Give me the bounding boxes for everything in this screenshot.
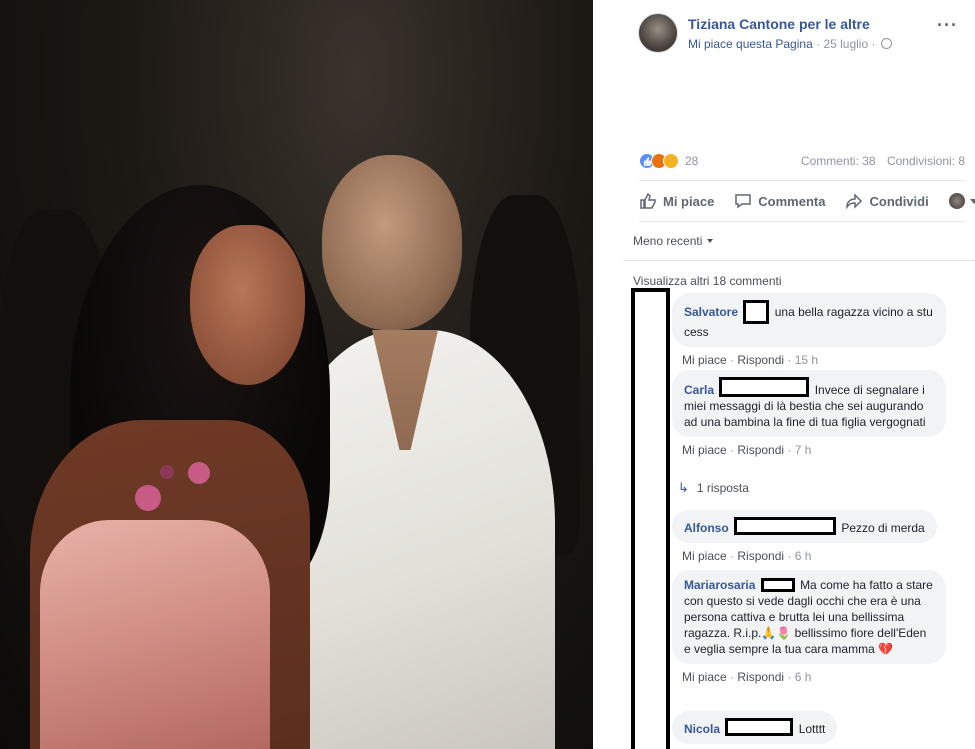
comment-label: Commenta: [758, 193, 826, 209]
redaction-box: [743, 300, 770, 324]
comment-bubble: Carla Invece di segnalare i miei messagg…: [672, 370, 946, 437]
comment-author[interactable]: Mariarosaria: [684, 578, 755, 592]
comment-author[interactable]: Salvatore: [684, 305, 738, 319]
necklace-flower: [135, 485, 161, 511]
sad-reaction-icon: [663, 153, 679, 169]
comment-bubble: Mariarosaria Ma come ha fatto a stare co…: [672, 570, 946, 664]
comment-meta: Mi piace · Rispondi · 7 h: [682, 443, 812, 457]
chevron-down-icon: [707, 239, 714, 243]
comment-time[interactable]: 6 h: [795, 549, 812, 563]
reactions-summary[interactable]: 28: [639, 152, 698, 170]
post-photo[interactable]: [0, 0, 593, 749]
page-name-link[interactable]: Tiziana Cantone per le altre: [688, 16, 870, 32]
comment-like-link[interactable]: Mi piace: [682, 443, 727, 457]
separator: ·: [871, 37, 876, 51]
comment-time[interactable]: 7 h: [795, 443, 812, 457]
comment-bubble: Nicola Lotttt: [672, 711, 838, 744]
post-panel: Tiziana Cantone per le altre Mi piace qu…: [623, 0, 975, 749]
separator: ·: [816, 37, 821, 51]
post-header: Tiziana Cantone per le altre Mi piace qu…: [638, 13, 968, 55]
share-label: Condividi: [869, 193, 929, 209]
comment-time[interactable]: 6 h: [795, 670, 812, 684]
comment-item: Alfonso Pezzo di merda Mi piace · Rispon…: [672, 510, 946, 563]
like-page-link[interactable]: Mi piace questa Pagina: [688, 37, 813, 51]
necklace-flower: [160, 465, 174, 479]
redaction-box: [719, 377, 810, 397]
comment-like-link[interactable]: Mi piace: [682, 670, 727, 684]
comment-reply-link[interactable]: Rispondi: [737, 443, 784, 457]
reaction-count: 28: [685, 154, 699, 168]
comment-reply-link[interactable]: Rispondi: [737, 353, 784, 367]
comment-author[interactable]: Alfonso: [684, 521, 729, 535]
stats-right: Commenti: 38 Condivisioni: 8: [793, 154, 965, 168]
chevron-down-icon: [969, 198, 975, 204]
comments-count[interactable]: Commenti: 38: [801, 154, 876, 168]
comment-button[interactable]: Commenta: [734, 192, 825, 210]
like-label: Mi piace: [663, 193, 715, 209]
comment-author[interactable]: Carla: [684, 383, 714, 397]
divider: [623, 260, 975, 261]
comment-item: Salvatore una bella ragazza vicino a stu…: [672, 293, 946, 367]
comment-reply-link[interactable]: Rispondi: [737, 670, 784, 684]
globe-icon: [880, 38, 892, 49]
redaction-box: [734, 517, 837, 535]
more-icon[interactable]: ···: [937, 15, 958, 36]
comment-meta: Mi piace · Rispondi · 15 h: [682, 353, 819, 367]
comment-author[interactable]: Nicola: [684, 722, 720, 736]
man-head: [322, 155, 462, 330]
share-button[interactable]: Condividi: [845, 192, 929, 210]
view-replies-link[interactable]: ↳ 1 risposta: [678, 480, 749, 496]
reply-count: 1 risposta: [696, 481, 749, 495]
redaction-box: [631, 288, 670, 749]
reply-arrow-icon: ↳: [678, 480, 689, 495]
post-subline: Mi piace questa Pagina · 25 luglio ·: [688, 37, 892, 51]
page-avatar[interactable]: [638, 13, 678, 53]
action-bar: Mi piace Commenta Condividi: [639, 180, 975, 222]
comment-item: Carla Invece di segnalare i miei messagg…: [672, 370, 946, 457]
share-icon: [846, 193, 863, 210]
comment-meta: Mi piace · Rispondi · 6 h: [682, 549, 812, 563]
comment-like-link[interactable]: Mi piace: [682, 353, 727, 367]
woman-face: [190, 225, 305, 385]
woman-dress: [40, 520, 270, 749]
redaction-box: [760, 578, 795, 592]
comment-icon: [735, 194, 752, 209]
post-stats: 28 Commenti: 38 Condivisioni: 8: [639, 152, 965, 172]
comment-item: Nicola Lotttt: [672, 711, 946, 744]
comment-like-link[interactable]: Mi piace: [682, 549, 727, 563]
redaction-box: [725, 718, 794, 736]
like-button[interactable]: Mi piace: [639, 192, 714, 210]
sort-label: Meno recenti: [633, 234, 703, 248]
necklace-flower: [188, 462, 210, 484]
shares-count[interactable]: Condivisioni: 8: [887, 154, 965, 168]
comment-meta: Mi piace · Rispondi · 6 h: [682, 670, 812, 684]
comment-item: Mariarosaria Ma come ha fatto a stare co…: [672, 570, 946, 684]
post-as-selector[interactable]: [948, 193, 975, 209]
comment-bubble: Alfonso Pezzo di merda: [672, 510, 937, 543]
post-date[interactable]: 25 luglio: [823, 37, 868, 51]
comment-text: Lotttt: [798, 722, 826, 736]
comment-time[interactable]: 15 h: [795, 353, 818, 367]
user-avatar: [948, 193, 965, 209]
comment-text: Pezzo di merda: [841, 521, 925, 535]
comment-reply-link[interactable]: Rispondi: [737, 549, 784, 563]
like-icon: [640, 192, 656, 209]
view-more-comments-link[interactable]: Visualizza altri 18 commenti: [633, 274, 782, 288]
comment-sort-dropdown[interactable]: Meno recenti: [633, 234, 714, 248]
comment-bubble: Salvatore una bella ragazza vicino a stu…: [672, 293, 946, 347]
